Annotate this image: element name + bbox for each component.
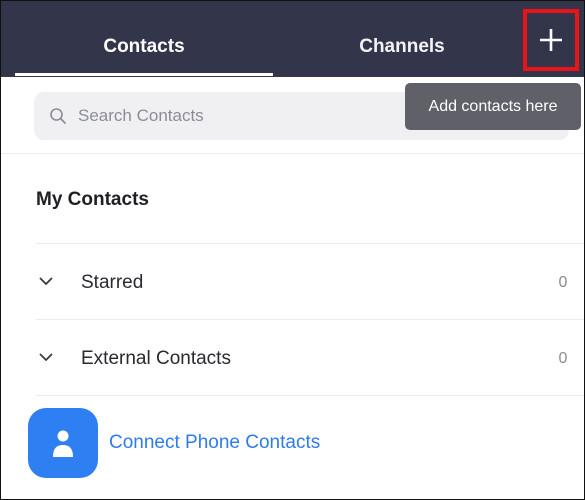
search-icon <box>50 108 66 124</box>
group-count: 0 <box>558 350 568 367</box>
active-tab-indicator <box>15 73 273 76</box>
section-title-my-contacts: My Contacts <box>36 189 149 210</box>
app-frame: Contacts Channels Add contacts here My C… <box>0 0 585 500</box>
contact-group-starred[interactable]: Starred 0 <box>1 255 584 311</box>
person-icon <box>53 430 73 457</box>
divider <box>36 395 584 396</box>
connect-phone-contacts-label: Connect Phone Contacts <box>109 432 321 453</box>
search-input[interactable] <box>78 92 408 140</box>
tab-contacts[interactable]: Contacts <box>15 1 273 77</box>
plus-icon <box>540 29 562 51</box>
chevron-down-icon <box>39 353 53 361</box>
group-label: Starred <box>81 272 144 293</box>
tab-channels[interactable]: Channels <box>273 1 531 77</box>
contact-group-external[interactable]: External Contacts 0 <box>1 331 584 387</box>
connect-phone-contacts-button[interactable]: Connect Phone Contacts <box>28 408 388 478</box>
divider <box>36 243 584 244</box>
add-contact-button[interactable] <box>523 9 579 71</box>
top-tab-bar: Contacts Channels <box>1 1 584 77</box>
contact-avatar <box>28 408 98 478</box>
group-label: External Contacts <box>81 348 231 369</box>
divider <box>1 153 584 154</box>
add-contacts-tooltip: Add contacts here <box>405 83 581 130</box>
divider <box>36 319 584 320</box>
group-count: 0 <box>558 274 568 291</box>
chevron-down-icon <box>39 277 53 285</box>
